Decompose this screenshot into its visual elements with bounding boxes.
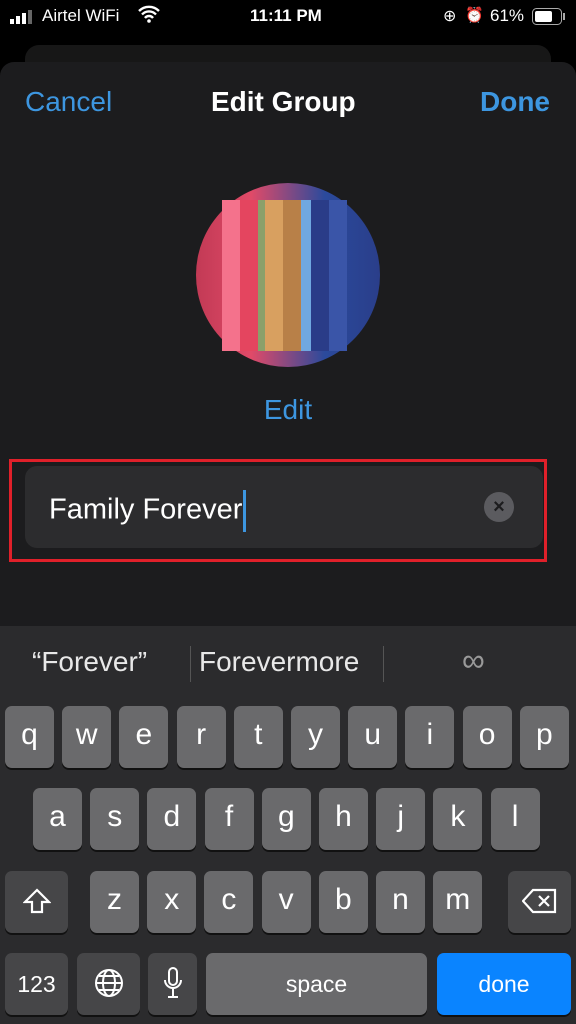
key-e[interactable]: e bbox=[119, 706, 169, 768]
rotation-lock-icon: ⊕ bbox=[443, 8, 457, 25]
key-x[interactable]: x bbox=[147, 871, 197, 933]
status-bar: Airtel WiFi 11:11 PM ⊕ ⏰ 61% bbox=[0, 0, 576, 34]
clock: 11:11 PM bbox=[250, 6, 322, 25]
key-n[interactable]: n bbox=[376, 871, 425, 933]
wifi-icon bbox=[138, 5, 160, 28]
backspace-icon bbox=[521, 888, 556, 914]
divider bbox=[190, 646, 191, 682]
keyboard: “Forever” Forevermore ∞ qwertyuiop asdfgh… bbox=[0, 626, 576, 1024]
battery-percent: 61% bbox=[490, 6, 525, 25]
key-m[interactable]: m bbox=[433, 871, 483, 933]
suggestion-2[interactable]: Forevermore bbox=[199, 646, 359, 678]
space-key[interactable]: space bbox=[206, 953, 427, 1015]
suggestion-1[interactable]: “Forever” bbox=[32, 646, 147, 678]
page-title: Edit Group bbox=[211, 86, 356, 117]
done-key[interactable]: done bbox=[437, 953, 571, 1015]
key-l[interactable]: l bbox=[490, 788, 540, 850]
key-k[interactable]: k bbox=[433, 788, 483, 850]
key-s[interactable]: s bbox=[90, 788, 140, 850]
key-p[interactable]: p bbox=[519, 706, 569, 768]
edit-photo-link[interactable]: Edit bbox=[0, 394, 576, 426]
key-g[interactable]: g bbox=[261, 788, 311, 850]
key-j[interactable]: j bbox=[376, 788, 426, 850]
key-c[interactable]: c bbox=[204, 871, 254, 933]
shift-key[interactable] bbox=[5, 871, 68, 933]
key-a[interactable]: a bbox=[33, 788, 82, 850]
backspace-key[interactable] bbox=[508, 871, 571, 933]
key-r[interactable]: r bbox=[176, 706, 226, 768]
microphone-key[interactable] bbox=[148, 953, 197, 1015]
key-d[interactable]: d bbox=[147, 788, 197, 850]
group-name-value: Family Forever bbox=[49, 493, 243, 526]
numbers-key[interactable]: 123 bbox=[5, 953, 68, 1015]
carrier: Airtel WiFi bbox=[42, 6, 120, 25]
clear-text-icon[interactable]: × bbox=[484, 492, 514, 522]
key-h[interactable]: h bbox=[319, 788, 368, 850]
key-i[interactable]: i bbox=[405, 706, 455, 768]
key-t[interactable]: t bbox=[233, 706, 283, 768]
divider bbox=[383, 646, 384, 682]
avatar-redaction bbox=[222, 200, 348, 351]
key-q[interactable]: q bbox=[5, 706, 54, 768]
key-y[interactable]: y bbox=[291, 706, 340, 768]
globe-key[interactable] bbox=[77, 953, 140, 1015]
key-b[interactable]: b bbox=[318, 871, 368, 933]
text-caret bbox=[243, 490, 247, 532]
battery-icon bbox=[532, 8, 566, 31]
microphone-icon bbox=[163, 967, 182, 998]
group-name-input[interactable]: Family Forever × bbox=[25, 466, 543, 548]
done-button[interactable]: Done bbox=[480, 86, 550, 118]
cancel-button[interactable]: Cancel bbox=[25, 86, 112, 118]
signal-icon bbox=[10, 9, 36, 29]
key-w[interactable]: w bbox=[62, 706, 112, 768]
alarm-icon: ⏰ bbox=[465, 7, 484, 24]
key-u[interactable]: u bbox=[348, 706, 398, 768]
suggestion-3[interactable]: ∞ bbox=[462, 642, 485, 679]
key-v[interactable]: v bbox=[261, 871, 311, 933]
globe-icon bbox=[94, 969, 123, 997]
key-f[interactable]: f bbox=[204, 788, 254, 850]
key-o[interactable]: o bbox=[462, 706, 512, 768]
key-z[interactable]: z bbox=[90, 871, 139, 933]
shift-icon bbox=[21, 888, 52, 914]
